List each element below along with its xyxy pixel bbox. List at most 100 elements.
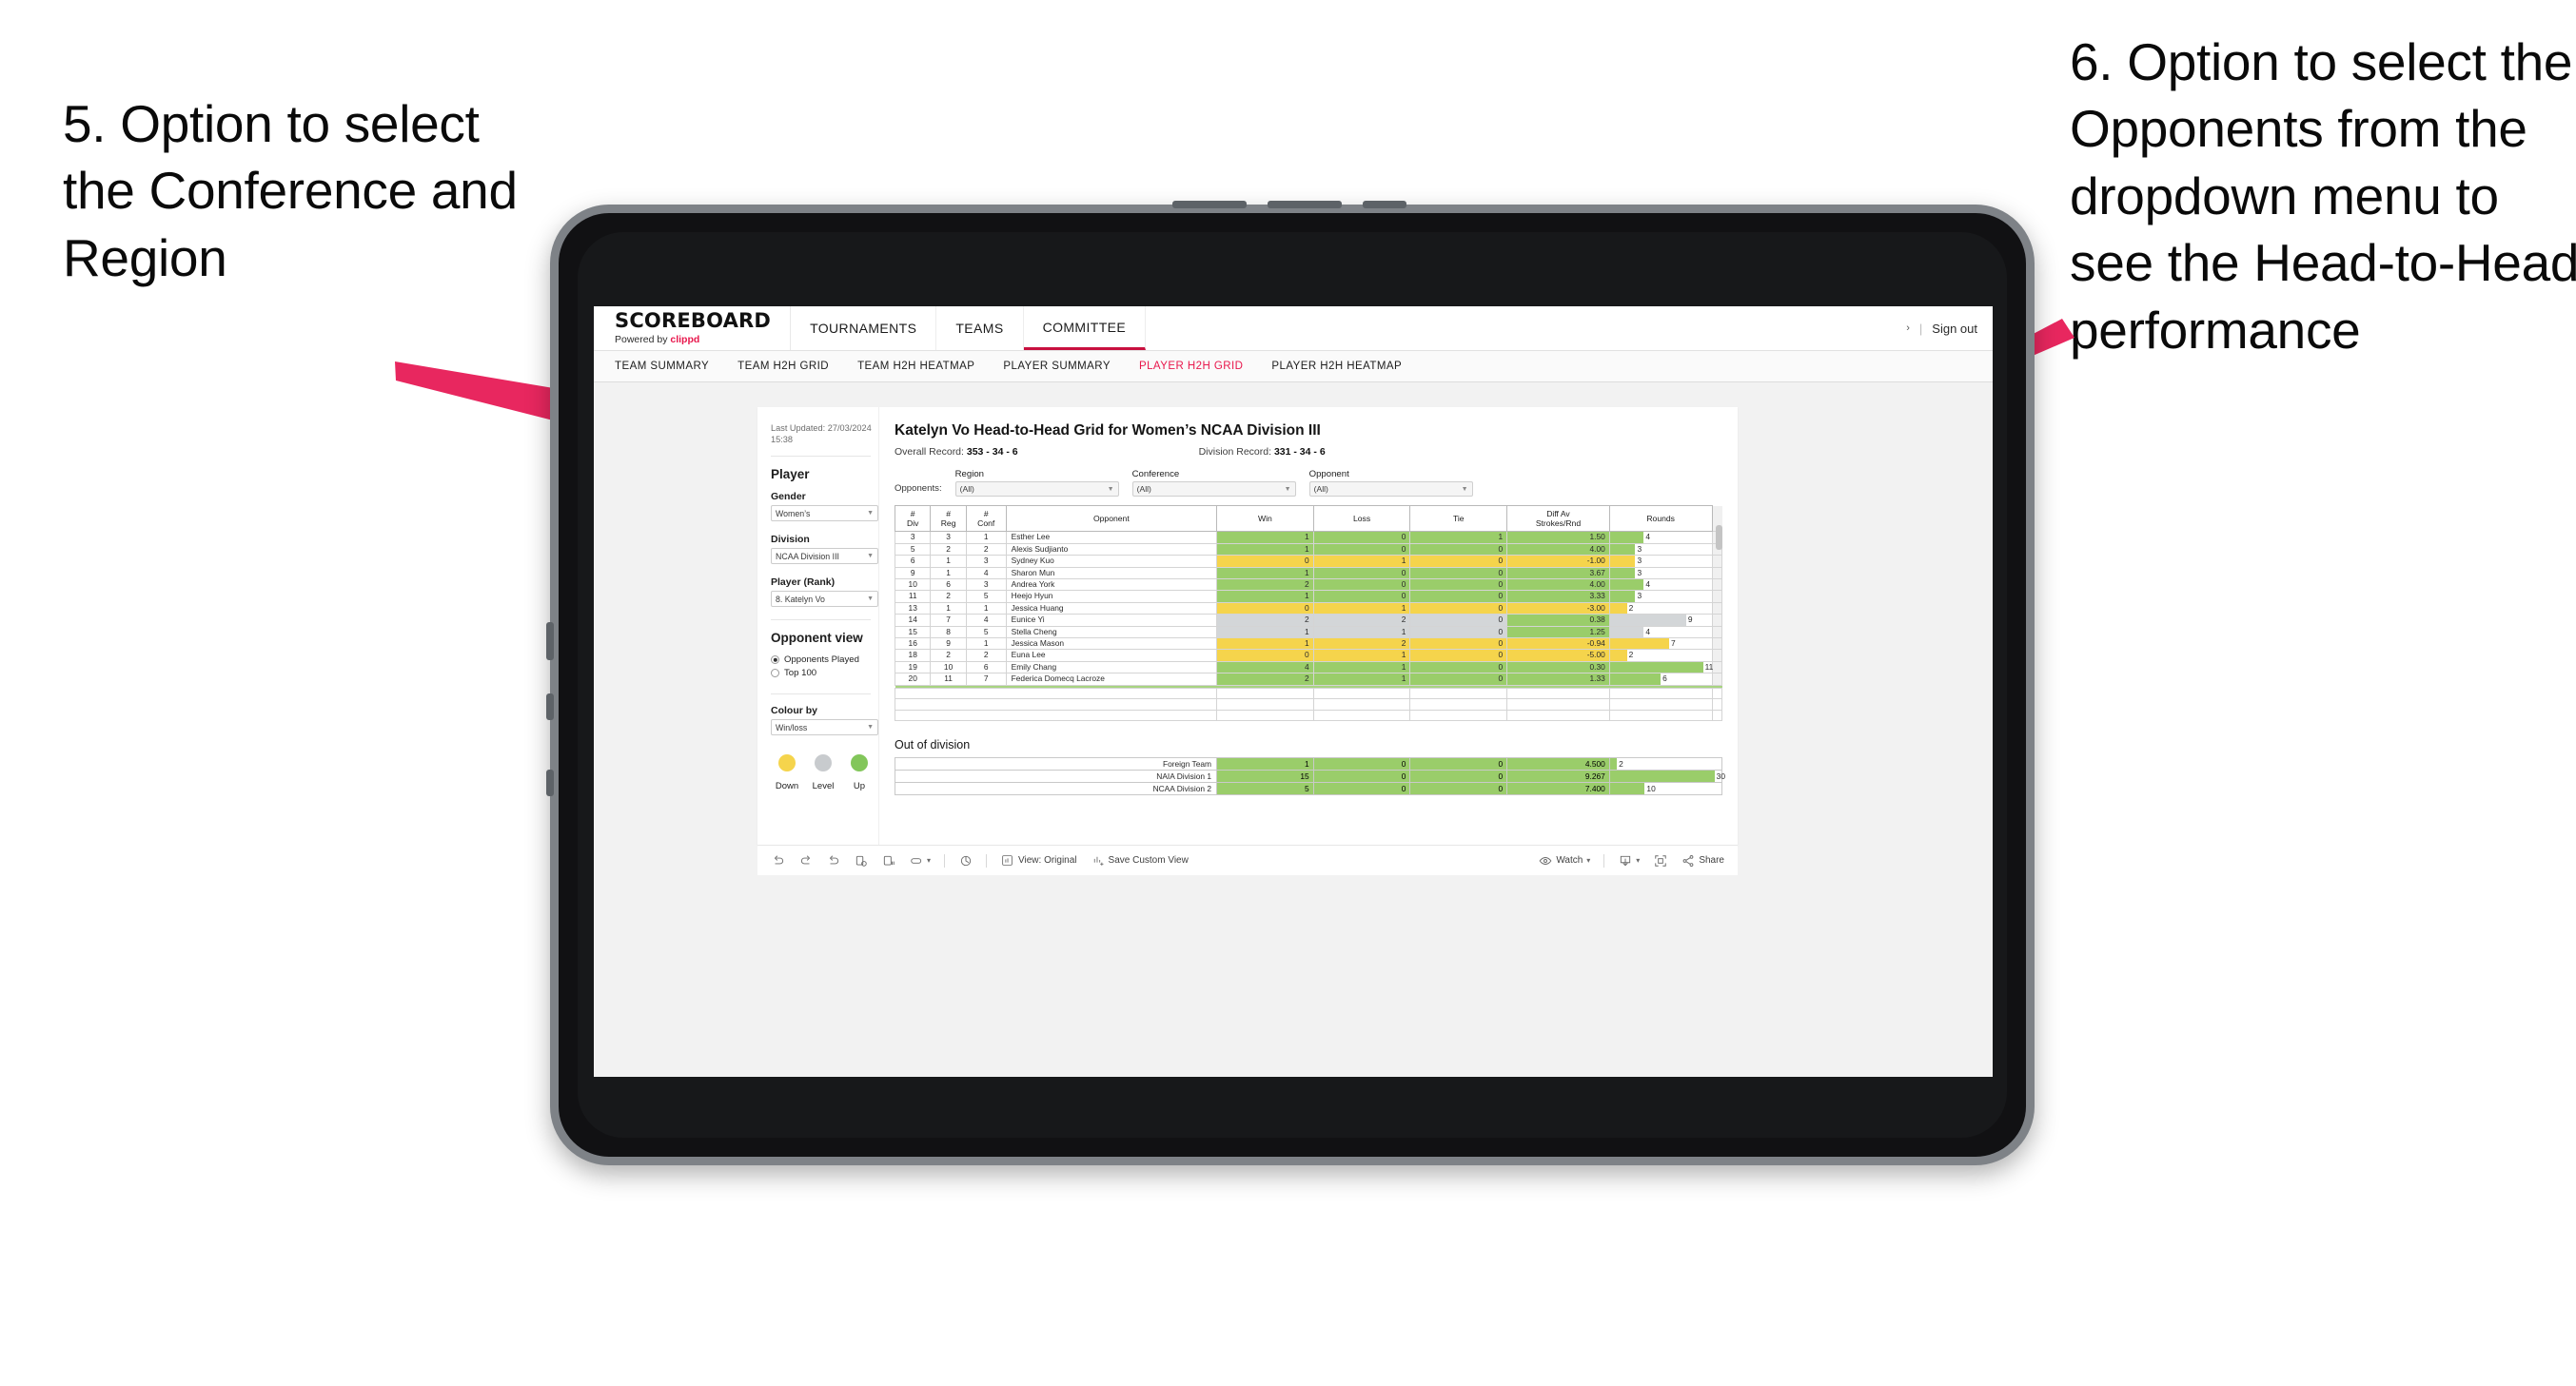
save-custom-view-button[interactable]: Save Custom View bbox=[1091, 853, 1189, 868]
table-row[interactable]: 16 9 1 Jessica Mason 1 2 0 -0.94 7 bbox=[894, 636, 1722, 651]
cell-conf: 1 bbox=[965, 636, 1007, 651]
colour-legend: Down Level Up bbox=[771, 754, 878, 791]
table-row[interactable]: 11 2 5 Heejo Hyun 1 0 0 3.33 3 bbox=[894, 590, 1722, 603]
divider bbox=[771, 619, 871, 621]
device-side-button[interactable] bbox=[546, 770, 554, 796]
cell-reg: 10 bbox=[930, 660, 967, 674]
divider: | bbox=[1918, 321, 1923, 336]
division-select[interactable]: NCAA Division III ▼ bbox=[771, 548, 878, 565]
region-select[interactable]: (All) ▼ bbox=[954, 481, 1119, 497]
topnav-item-tournaments[interactable]: TOURNAMENTS bbox=[791, 306, 937, 350]
radio-opponents-played[interactable]: Opponents Played bbox=[771, 654, 878, 665]
subnav-item-team-h2h-grid[interactable]: TEAM H2H GRID bbox=[737, 361, 829, 372]
download-button[interactable]: ▾ bbox=[1618, 853, 1640, 868]
table-row[interactable]: 18 2 2 Euna Lee 0 1 0 -5.00 2 bbox=[894, 649, 1722, 662]
pan-mode-button[interactable]: ▾ bbox=[909, 853, 931, 868]
cell-ood-loss: 0 bbox=[1312, 770, 1411, 784]
opponent-select[interactable]: (All) ▼ bbox=[1308, 481, 1473, 497]
col-win: Win bbox=[1216, 504, 1314, 533]
cell-diff: 0.38 bbox=[1506, 614, 1610, 627]
fullscreen-icon[interactable] bbox=[1653, 853, 1667, 868]
cell-div: 18 bbox=[894, 649, 932, 662]
cell-tie: 0 bbox=[1409, 555, 1508, 568]
player-rank-select[interactable]: 8. Katelyn Vo ▼ bbox=[771, 591, 878, 608]
conference-select[interactable]: (All) ▼ bbox=[1131, 481, 1296, 497]
subnav-item-team-summary[interactable]: TEAM SUMMARY bbox=[615, 361, 709, 372]
cell-opponent: Emily Chang bbox=[1005, 660, 1218, 674]
radio-top-100[interactable]: Top 100 bbox=[771, 668, 878, 678]
subnav-item-player-summary[interactable]: PLAYER SUMMARY bbox=[1003, 361, 1111, 372]
cell-ood-opponent: NCAA Division 2 bbox=[894, 782, 1218, 796]
colour-by-label: Colour by bbox=[771, 705, 817, 717]
table-row[interactable]: 6 1 3 Sydney Kuo 0 1 0 -1.00 3 bbox=[894, 555, 1722, 568]
view-original-button[interactable]: View: Original bbox=[1000, 853, 1077, 868]
table-row[interactable]: 3 3 1 Esther Lee 1 0 1 1.50 4 bbox=[894, 531, 1722, 544]
out-of-division-row[interactable]: NAIA Division 1 15 0 0 9.267 30 bbox=[894, 770, 1725, 784]
device-side-button[interactable] bbox=[546, 693, 554, 720]
table-row[interactable]: 19 10 6 Emily Chang 4 1 0 0.30 11 bbox=[894, 660, 1722, 674]
chevron-down-icon: ▼ bbox=[1107, 485, 1114, 493]
subnav-item-team-h2h-heatmap[interactable]: TEAM H2H HEATMAP bbox=[857, 361, 974, 372]
table-row[interactable]: 10 6 3 Andrea York 2 0 0 4.00 4 bbox=[894, 577, 1722, 592]
cell-opponent: Jessica Mason bbox=[1005, 636, 1218, 651]
table-row[interactable]: 13 1 1 Jessica Huang 0 1 0 -3.00 2 bbox=[894, 601, 1722, 615]
pause-auto-update-icon[interactable] bbox=[881, 853, 895, 868]
cell-tie: 0 bbox=[1409, 673, 1508, 686]
grid-vertical-scrollbar[interactable] bbox=[1716, 525, 1722, 550]
refresh-data-icon[interactable] bbox=[854, 853, 868, 868]
legend-dot-level bbox=[815, 754, 832, 772]
chevron-right-icon[interactable]: › bbox=[1906, 322, 1910, 334]
highlight-icon[interactable] bbox=[958, 853, 973, 868]
brand-sub-prefix: Powered by bbox=[615, 334, 671, 345]
revert-icon[interactable] bbox=[826, 853, 840, 868]
sign-out-link[interactable]: Sign out bbox=[1932, 322, 1977, 336]
cell-win: 2 bbox=[1216, 673, 1314, 686]
subnav-item-player-h2h-grid[interactable]: PLAYER H2H GRID bbox=[1139, 361, 1243, 372]
opponent-filters: Opponents: Region (All) ▼ Conference (Al… bbox=[895, 469, 1722, 497]
scrollbar-track-cell bbox=[1711, 660, 1722, 674]
cell-win: 2 bbox=[1216, 614, 1314, 627]
cell-ood-opponent: Foreign Team bbox=[894, 757, 1218, 771]
cell-rounds: 3 bbox=[1608, 566, 1713, 579]
undo-icon[interactable] bbox=[771, 853, 785, 868]
table-row[interactable]: 5 2 2 Alexis Sudjianto 1 0 0 4.00 3 bbox=[894, 542, 1722, 556]
cell-win: 1 bbox=[1216, 531, 1314, 544]
gender-select[interactable]: Women’s ▼ bbox=[771, 505, 878, 522]
cell-div: 20 bbox=[894, 673, 932, 686]
redo-icon[interactable] bbox=[798, 853, 813, 868]
radio-opponents-played-label: Opponents Played bbox=[784, 654, 859, 666]
cell-rounds: 3 bbox=[1608, 555, 1713, 568]
table-row[interactable]: 15 8 5 Stella Cheng 1 1 0 1.25 4 bbox=[894, 625, 1722, 638]
cell-win: 0 bbox=[1216, 555, 1314, 568]
cell-tie: 0 bbox=[1409, 614, 1508, 627]
division-record-value: 331 - 34 - 6 bbox=[1273, 446, 1326, 458]
out-of-division-row[interactable]: NCAA Division 2 5 0 0 7.400 10 bbox=[894, 782, 1723, 796]
scrollbar-track-cell bbox=[1711, 673, 1722, 686]
topnav-item-teams[interactable]: TEAMS bbox=[936, 306, 1024, 350]
topnav-item-committee[interactable]: COMMITTEE bbox=[1023, 306, 1147, 350]
colour-by-value: Win/loss bbox=[776, 722, 808, 732]
chevron-down-icon: ▼ bbox=[867, 510, 874, 517]
table-row[interactable]: 20 11 7 Federica Domecq Lacroze 2 1 0 1.33 6 bbox=[894, 673, 1722, 686]
share-button[interactable]: Share bbox=[1681, 853, 1724, 868]
out-of-division-row[interactable]: Foreign Team 1 0 0 4.500 2 bbox=[894, 757, 1723, 771]
cell-win: 1 bbox=[1216, 566, 1314, 579]
top-navigation-bar: SCOREBOARD Powered by clippd TOURNAMENTS… bbox=[594, 306, 1993, 351]
cell-ood-diff: 9.267 bbox=[1506, 770, 1610, 784]
radio-unselected-icon bbox=[771, 669, 779, 678]
colour-by-select[interactable]: Win/loss ▼ bbox=[771, 719, 878, 736]
radio-top-100-label: Top 100 bbox=[784, 668, 817, 679]
table-row[interactable]: 14 7 4 Eunice Yi 2 2 0 0.38 9 bbox=[894, 614, 1722, 627]
cell-win: 1 bbox=[1216, 625, 1314, 638]
eye-icon bbox=[1538, 853, 1552, 868]
device-power-button[interactable] bbox=[1363, 201, 1406, 208]
watch-button[interactable]: Watch ▾ bbox=[1538, 853, 1590, 868]
subnav-item-player-h2h-heatmap[interactable]: PLAYER H2H HEATMAP bbox=[1271, 361, 1402, 372]
app-logo[interactable]: SCOREBOARD Powered by clippd bbox=[594, 306, 792, 350]
page-title: Katelyn Vo Head-to-Head Grid for Women’s… bbox=[895, 422, 1321, 439]
table-row[interactable]: 9 1 4 Sharon Mun 1 0 0 3.67 3 bbox=[894, 566, 1722, 579]
device-volume-button[interactable] bbox=[546, 622, 554, 660]
out-of-division-title: Out of division bbox=[895, 738, 971, 752]
cell-ood-win: 5 bbox=[1216, 782, 1314, 796]
scrollbar-track-cell bbox=[1711, 614, 1722, 627]
